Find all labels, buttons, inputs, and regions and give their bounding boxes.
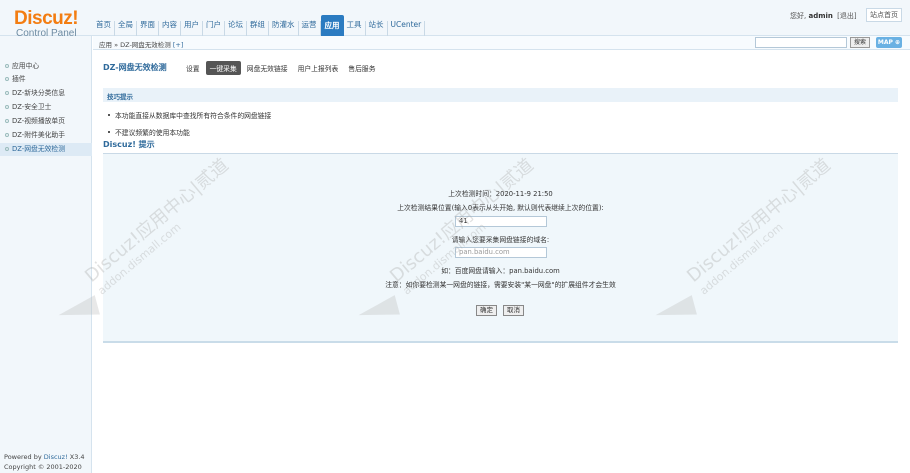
sidebar-item-security[interactable]: DZ-安全卫士 — [0, 101, 92, 114]
breadcrumb-text: 应用 » DZ-网盘无效检测 — [99, 41, 171, 49]
sidebar-item-attachment[interactable]: DZ-附件美化助手 — [0, 129, 92, 142]
nav-item[interactable]: 首页 — [93, 20, 115, 36]
powered-by: Powered by Discuz! X3.4 Copyright © 2001… — [4, 452, 85, 472]
sidebar-item-plugins[interactable]: 插件 — [0, 73, 92, 86]
sidebar-item-app-center[interactable]: 应用中心 — [0, 60, 92, 73]
tip-text: 本功能直接从数据库中查找所有符合条件的网盘链接 — [115, 112, 272, 120]
cancel-button[interactable]: 取消 — [503, 305, 524, 316]
tip-item: 不建议频繁的使用本功能 — [108, 127, 190, 137]
nav-item[interactable]: 内容 — [159, 20, 181, 36]
bullet-icon — [5, 77, 9, 81]
tip-text: 不建议频繁的使用本功能 — [115, 129, 190, 137]
user-info: 您好, admin [退出] — [790, 11, 857, 21]
nav-item[interactable]: 门户 — [203, 20, 225, 36]
bullet-icon — [5, 133, 9, 137]
nav-item[interactable]: 运营 — [299, 20, 321, 36]
nav-item[interactable]: 界面 — [137, 20, 159, 36]
nav-item[interactable]: 站长 — [366, 20, 388, 36]
bullet-icon — [108, 131, 110, 133]
bullet-icon — [5, 105, 9, 109]
nav-item[interactable]: 论坛 — [225, 20, 247, 36]
greeting: 您好, — [790, 12, 807, 20]
map-button[interactable]: MAP ⊕ — [876, 37, 902, 48]
sidebar-item-classified[interactable]: DZ-新块分类信息 — [0, 87, 92, 100]
tab-invalid-links[interactable]: 网盘无效链接 — [243, 61, 292, 75]
powered-prefix: Powered by — [4, 453, 42, 461]
sidebar-item-label: DZ-附件美化助手 — [12, 131, 66, 139]
plugin-tabs: 设置 一键采集 网盘无效链接 用户上报列表 售后服务 — [182, 61, 382, 75]
tab-user-reports[interactable]: 用户上报列表 — [294, 61, 343, 75]
sidebar: 应用中心 插件 DZ-新块分类信息 DZ-安全卫士 DZ-视频播放单页 DZ-附… — [0, 36, 92, 473]
nav-item[interactable]: 用户 — [181, 20, 203, 36]
bullet-icon — [5, 91, 9, 95]
sidebar-item-label: 应用中心 — [12, 62, 40, 70]
breadcrumb: 应用 » DZ-网盘无效检测 [+] — [99, 39, 183, 49]
page-title: DZ-网盘无效检测 — [103, 63, 167, 72]
header: Discuz! Control Panel 首页 全局 界面 内容 用户 门户 论坛 群组 防灌… — [0, 0, 910, 39]
sidebar-item-label: DZ-视频播放单页 — [12, 117, 66, 125]
copyright: Copyright © 2001-2020 — [4, 463, 82, 471]
bullet-icon — [5, 147, 9, 151]
powered-brand[interactable]: Discuz! — [44, 453, 68, 461]
section-title: Discuz! 提示 — [103, 139, 898, 154]
search-input[interactable] — [755, 37, 847, 48]
nav-item[interactable]: 群组 — [247, 20, 269, 36]
nav-item[interactable]: UCenter — [388, 20, 426, 36]
search-button[interactable]: 搜索 — [850, 37, 870, 48]
logo[interactable]: Discuz! — [14, 8, 79, 30]
sidebar-item-netdisk-check[interactable]: DZ-网盘无效检测 — [0, 143, 92, 156]
tab-settings[interactable]: 设置 — [182, 61, 204, 75]
example-hint: 如：百度网盘请输入：pan.baidu.com — [441, 267, 560, 275]
bullet-icon — [108, 114, 110, 116]
nav-item[interactable]: 应用 — [320, 14, 344, 36]
domain-input[interactable]: pan.baidu.com — [455, 247, 547, 258]
top-nav: 首页 全局 界面 内容 用户 门户 论坛 群组 防灌水 运营 应用 工具 站长 UCenter — [93, 10, 426, 36]
logout-link[interactable]: [退出] — [837, 12, 856, 20]
tab-one-click-collect[interactable]: 一键采集 — [205, 61, 241, 75]
sidebar-item-label: DZ-网盘无效检测 — [12, 145, 66, 153]
confirm-button[interactable]: 确定 — [476, 305, 497, 316]
powered-version: X3.4 — [69, 453, 85, 461]
sidebar-item-video[interactable]: DZ-视频播放单页 — [0, 115, 92, 128]
nav-item[interactable]: 工具 — [344, 20, 366, 36]
sidebar-item-label: 插件 — [12, 75, 26, 83]
notice-text: 注意：如你要检测某一网盘的链接，需要安装"某一网盘"的扩展组件才会生效 — [385, 281, 616, 289]
add-shortcut-link[interactable]: [+] — [173, 41, 184, 49]
tips-header: 技巧提示 — [103, 88, 898, 102]
sidebar-item-label: DZ-新块分类信息 — [12, 89, 66, 97]
sidebar-item-label: DZ-安全卫士 — [12, 103, 52, 111]
bullet-icon — [5, 119, 9, 123]
tip-item: 本功能直接从数据库中查找所有符合条件的网盘链接 — [108, 110, 271, 120]
tab-after-sales[interactable]: 售后服务 — [344, 61, 379, 75]
tips-title: 技巧提示 — [107, 93, 133, 101]
site-home-button[interactable]: 站点首页 — [866, 8, 902, 22]
username: admin — [808, 12, 833, 20]
breadcrumb-bar: 应用 » DZ-网盘无效检测 [+] 搜索 MAP ⊕ — [93, 36, 910, 50]
nav-item[interactable]: 全局 — [115, 20, 137, 36]
bullet-icon — [5, 64, 9, 68]
nav-item[interactable]: 防灌水 — [269, 20, 299, 36]
